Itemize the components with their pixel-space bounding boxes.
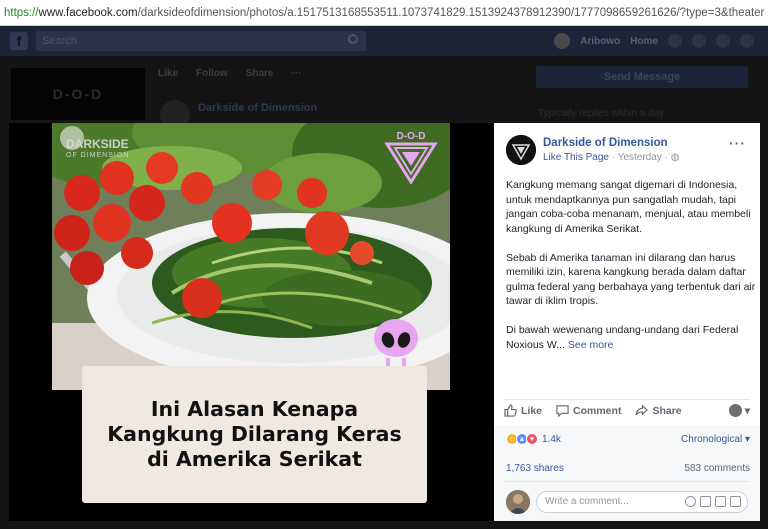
watermark-text: DARKSIDE — [66, 137, 129, 151]
url-path: /darksideofdimension/photos/a.1517513168… — [137, 6, 765, 19]
background-tab-share: Share — [245, 68, 274, 79]
reactions-summary[interactable]: ☺ ▲ ♥ 1.4k — [506, 433, 561, 445]
share-icon — [635, 404, 649, 416]
post-as-selector[interactable]: ▾ — [728, 404, 750, 417]
photo-watermark: DARKSIDE OF DIMENSION — [66, 138, 129, 162]
messages-icon[interactable] — [692, 34, 706, 48]
search-icon[interactable] — [348, 34, 358, 44]
emoji-icon[interactable] — [685, 496, 696, 507]
comments-count[interactable]: 583 comments — [684, 463, 750, 474]
comment-sort-dropdown[interactable]: Chronological ▾ — [681, 434, 750, 445]
camera-icon[interactable] — [700, 496, 711, 507]
background-tabs: Like Follow Share ··· — [158, 68, 301, 79]
user-avatar-image — [506, 490, 530, 514]
page-name-link[interactable]: Darkside of Dimension — [543, 137, 668, 149]
background-tab-more: ··· — [291, 68, 302, 79]
facebook-logo-icon[interactable]: f — [10, 32, 28, 50]
svg-text:D-O-D: D-O-D — [397, 131, 426, 142]
love-reaction-icon: ♥ — [526, 433, 538, 445]
like-page-link[interactable]: Like This Page — [543, 152, 609, 163]
header-right: Aribowo Home — [554, 33, 768, 49]
user-name-link[interactable]: Aribowo — [580, 36, 620, 47]
background-tab-like: Like — [158, 68, 179, 79]
post-as-avatar — [728, 404, 742, 417]
url-text: www.facebook.com/darksideofdimension/pho… — [39, 7, 765, 19]
background-side-text: Typically replies within a day — [538, 108, 665, 119]
see-more-link[interactable]: See more — [568, 339, 614, 351]
like-button[interactable]: Like — [504, 404, 542, 417]
current-user-avatar[interactable] — [506, 490, 530, 514]
share-label: Share — [652, 404, 682, 417]
url-protocol: https:// — [4, 6, 39, 19]
post-actions: Like Comment Share ▾ — [504, 404, 750, 417]
sticker-icon[interactable] — [730, 496, 741, 507]
shares-link[interactable]: 1,763 shares — [506, 463, 564, 474]
comment-input-icons — [685, 496, 741, 507]
post-paragraph: Sebab di Amerika tanaman ini dilarang da… — [506, 251, 756, 308]
post-meta: Like This Page · Yesterday · ◍ — [543, 152, 679, 163]
page-logo-icon — [506, 135, 536, 165]
background-tab-follow: Follow — [196, 68, 228, 79]
post-paragraph-truncated: Di bawah wewenang undang-undang dari Fed… — [506, 324, 739, 351]
post-panel: Darkside of Dimension Like This Page · Y… — [494, 123, 760, 521]
comment-sort-label: Chronological — [681, 434, 743, 445]
caption-text: Ini Alasan Kenapa Kangkung Dilarang Kera… — [107, 397, 402, 471]
chevron-down-icon: ▾ — [744, 434, 750, 445]
post-paragraph-last: Di bawah wewenang undang-undang dari Fed… — [506, 323, 756, 352]
comment-label: Comment — [573, 404, 622, 417]
share-button[interactable]: Share — [635, 404, 682, 417]
friend-requests-icon[interactable] — [668, 34, 682, 48]
post-paragraph: Kangkung memang sangat digemari di Indon… — [506, 179, 751, 235]
divider — [504, 481, 750, 482]
like-label: Like — [521, 404, 543, 417]
chevron-down-icon: ▾ — [744, 404, 750, 417]
search-input[interactable]: Search — [36, 31, 366, 51]
comment-input[interactable]: Write a comment... — [536, 491, 748, 513]
page-avatar[interactable] — [506, 135, 536, 165]
search-placeholder: Search — [42, 35, 77, 47]
user-avatar[interactable] — [554, 33, 571, 49]
caption-card: Ini Alasan Kenapa Kangkung Dilarang Kera… — [82, 366, 427, 503]
comment-button[interactable]: Comment — [556, 404, 621, 417]
alien-mascot — [372, 318, 420, 370]
post-body: Kangkung memang sangat digemari di Indon… — [506, 178, 756, 367]
comment-placeholder: Write a comment... — [545, 496, 629, 507]
thumbs-up-icon — [504, 404, 517, 417]
background-send-message: Send Message — [536, 66, 748, 88]
reactions-count: 1.4k — [542, 433, 561, 445]
alien-head-icon — [374, 319, 418, 368]
post-time[interactable]: Yesterday — [618, 152, 662, 163]
facebook-top-bar: f Search Aribowo Home — [0, 26, 768, 56]
url-host: www.facebook.com — [38, 6, 138, 19]
background-cover: D-O-D — [11, 68, 145, 120]
help-icon[interactable] — [740, 34, 754, 48]
home-link[interactable]: Home — [630, 36, 658, 47]
notifications-icon[interactable] — [716, 34, 730, 48]
dod-triangle-logo-icon: D-O-D — [384, 131, 438, 185]
address-bar[interactable]: https:// www.facebook.com/darksideofdime… — [0, 0, 768, 26]
watermark-subtext: OF DIMENSION — [66, 152, 130, 159]
globe-icon: ◍ — [670, 152, 680, 163]
background-post-author: Darkside of Dimension — [198, 102, 318, 114]
comment-icon — [556, 405, 569, 417]
gif-icon[interactable] — [715, 496, 726, 507]
dod-logo: D-O-D — [383, 128, 439, 185]
divider — [504, 399, 750, 400]
post-options-button[interactable]: ··· — [729, 135, 746, 151]
